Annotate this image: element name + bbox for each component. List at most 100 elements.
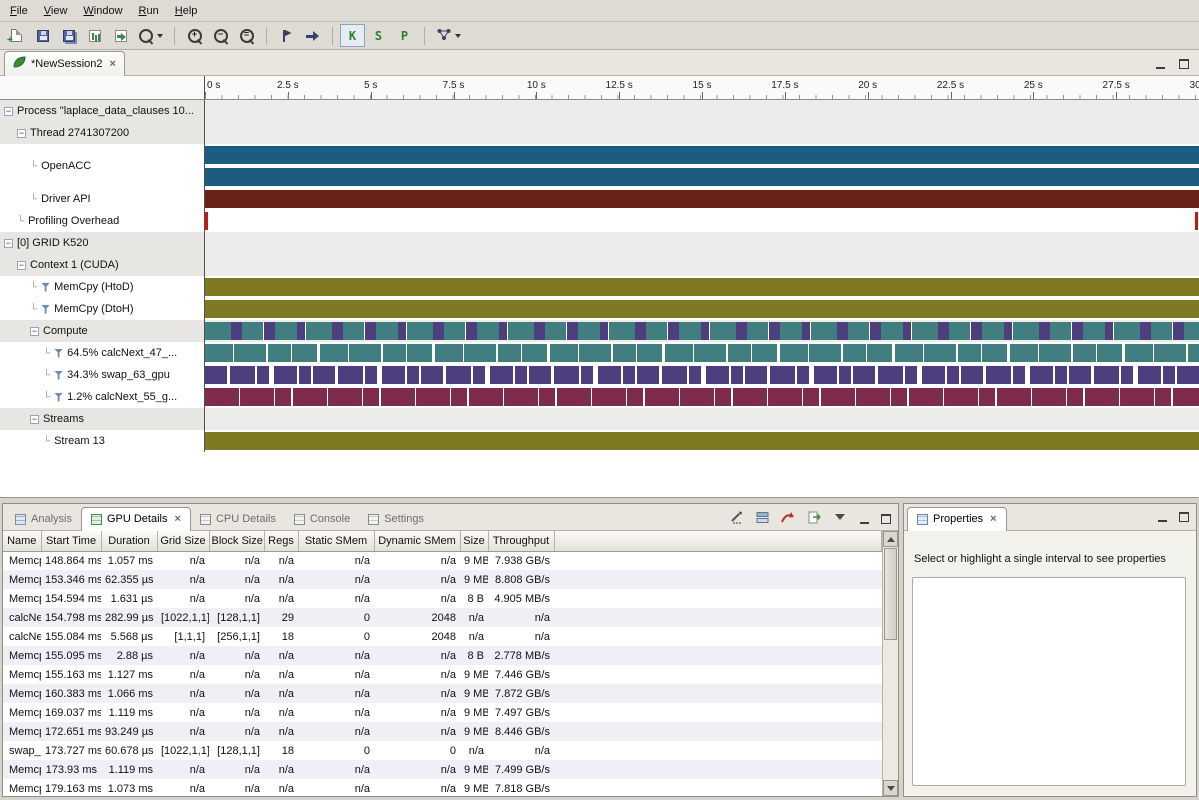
timeline-row-header[interactable]: −[0] GRID K520 xyxy=(0,232,205,254)
timeline-track[interactable] xyxy=(205,254,1199,276)
table-row[interactable]: Memcpy173.93 ms1.119 msn/an/an/an/an/a9 … xyxy=(3,760,882,779)
timeline-track[interactable] xyxy=(205,232,1199,254)
columns-button[interactable] xyxy=(753,509,771,525)
timeline-bar[interactable] xyxy=(205,344,1199,362)
table-row[interactable]: calcNext155.084 ms5.568 µs[1,1,1][256,1,… xyxy=(3,627,882,646)
timeline-row-header[interactable]: └Profiling Overhead xyxy=(0,210,205,232)
column-header-duration[interactable]: Duration xyxy=(101,531,157,551)
table-row[interactable]: swap_63173.727 ms60.678 µs[1022,1,1][128… xyxy=(3,741,882,760)
timeline-row-header[interactable]: −Context 1 (CUDA) xyxy=(0,254,205,276)
zoom-out-button[interactable] xyxy=(208,24,233,47)
timeline-row-header[interactable]: −Compute xyxy=(0,320,205,342)
timeline-row-header[interactable]: └MemCpy (DtoH) xyxy=(0,298,205,320)
timeline-row-header[interactable]: └34.3% swap_63_gpu xyxy=(0,364,205,386)
timeline-row-header[interactable]: └1.2% calcNext_55_g... xyxy=(0,386,205,408)
minimize-properties-button[interactable] xyxy=(1155,509,1169,522)
timeline-track[interactable] xyxy=(205,364,1199,386)
timeline-bar[interactable] xyxy=(205,146,1199,164)
collapse-toggle-icon[interactable]: − xyxy=(17,129,26,138)
table-row[interactable]: Memcpy179.163 ms1.073 msn/an/an/an/an/a9… xyxy=(3,779,882,796)
collapse-toggle-icon[interactable]: − xyxy=(4,107,13,116)
timeline-track[interactable] xyxy=(205,100,1199,122)
timeline-track[interactable] xyxy=(205,320,1199,342)
report-button[interactable] xyxy=(82,24,107,47)
save-all-button[interactable] xyxy=(56,24,81,47)
timeline-row-header[interactable]: └MemCpy (HtoD) xyxy=(0,276,205,298)
timeline-row-header[interactable]: −Streams xyxy=(0,408,205,430)
menu-file[interactable]: File xyxy=(2,2,36,20)
table-row[interactable]: Memcpy155.095 ms2.88 µsn/an/an/an/an/a8 … xyxy=(3,646,882,665)
table-row[interactable]: Memcpy172.651 ms93.249 µsn/an/an/an/an/a… xyxy=(3,722,882,741)
timeline-bar[interactable] xyxy=(205,212,208,230)
tab-settings[interactable]: Settings xyxy=(359,508,433,531)
maximize-details-button[interactable] xyxy=(879,511,893,524)
column-header-regs[interactable]: Regs xyxy=(264,531,298,551)
tab-console[interactable]: Console xyxy=(285,508,359,531)
goto-timeline-button[interactable] xyxy=(779,509,797,525)
session-tab[interactable]: *NewSession2 × xyxy=(4,51,125,76)
timeline-track[interactable] xyxy=(205,210,1199,232)
pc-mode-button[interactable]: P xyxy=(392,24,417,47)
table-row[interactable]: Memcpy148.864 ms1.057 msn/an/an/an/an/a9… xyxy=(3,551,882,570)
timeline-bar[interactable] xyxy=(205,278,1199,296)
export-csv-button[interactable] xyxy=(805,509,823,525)
view-menu-button[interactable] xyxy=(831,509,849,525)
timeline-track[interactable] xyxy=(205,144,1199,188)
collapse-toggle-icon[interactable]: − xyxy=(4,239,13,248)
timeline-bar[interactable] xyxy=(205,190,1199,208)
column-header-static-smem[interactable]: Static SMem xyxy=(298,531,374,551)
timeline-track[interactable] xyxy=(205,430,1199,452)
save-button[interactable] xyxy=(30,24,55,47)
column-header-dynamic-smem[interactable]: Dynamic SMem xyxy=(374,531,460,551)
close-tab-icon[interactable]: × xyxy=(175,514,181,524)
timeline-track[interactable] xyxy=(205,188,1199,210)
table-row[interactable]: Memcpy160.383 ms1.066 msn/an/an/an/an/a9… xyxy=(3,684,882,703)
new-session-button[interactable] xyxy=(4,24,29,47)
tab-analysis[interactable]: Analysis xyxy=(6,508,81,531)
timeline-bar[interactable] xyxy=(205,388,1199,406)
scroll-up-button[interactable] xyxy=(883,531,898,547)
minimize-button[interactable] xyxy=(1153,56,1167,69)
export-button[interactable] xyxy=(108,24,133,47)
vertical-scrollbar[interactable] xyxy=(882,531,898,796)
collapse-toggle-icon[interactable]: − xyxy=(30,415,39,424)
table-row[interactable]: Memcpy154.594 ms1.631 µsn/an/an/an/an/a8… xyxy=(3,589,882,608)
column-header-name[interactable]: Name xyxy=(3,531,41,551)
column-header-block-size[interactable]: Block Size xyxy=(209,531,264,551)
table-row[interactable]: Memcpy169.037 ms1.119 msn/an/an/an/an/a9… xyxy=(3,703,882,722)
minimize-details-button[interactable] xyxy=(857,511,871,524)
menu-help[interactable]: Help xyxy=(167,2,206,20)
kernel-mode-button[interactable]: K xyxy=(340,24,365,47)
collapse-toggle-icon[interactable]: − xyxy=(30,327,39,336)
timeline-bar[interactable] xyxy=(205,366,1199,384)
tab-properties[interactable]: Properties × xyxy=(907,507,1007,531)
timeline-track[interactable] xyxy=(205,408,1199,430)
timeline-row-header[interactable]: −Process "laplace_data_clauses 10... xyxy=(0,100,205,122)
marker-flag-button[interactable] xyxy=(274,24,299,47)
timeline-ruler[interactable]: 0 s2.5 s5 s7.5 s10 s12.5 s15 s17.5 s20 s… xyxy=(205,76,1199,99)
table-row[interactable]: Memcpy155.163 ms1.127 msn/an/an/an/an/a9… xyxy=(3,665,882,684)
scrollbar-thumb[interactable] xyxy=(884,548,897,640)
timeline-row-header[interactable]: └Driver API xyxy=(0,188,205,210)
column-header-start-time[interactable]: Start Time xyxy=(41,531,101,551)
zoom-fit-button[interactable] xyxy=(234,24,259,47)
maximize-properties-button[interactable] xyxy=(1177,509,1191,522)
timeline-row-header[interactable]: −Thread 2741307200 xyxy=(0,122,205,144)
scrollbar-track[interactable] xyxy=(883,641,898,780)
timeline-row-header[interactable]: └Stream 13 xyxy=(0,430,205,452)
timeline-track[interactable] xyxy=(205,386,1199,408)
column-header-throughput[interactable]: Throughput xyxy=(488,531,554,551)
marker-arrow-button[interactable] xyxy=(300,24,325,47)
menu-view[interactable]: View xyxy=(36,2,76,20)
close-properties-tab-icon[interactable]: × xyxy=(990,514,996,524)
maximize-button[interactable] xyxy=(1177,56,1191,69)
tab-cpu-details[interactable]: CPU Details xyxy=(191,508,285,531)
timeline-bar[interactable] xyxy=(205,322,1199,340)
column-header-grid-size[interactable]: Grid Size xyxy=(157,531,209,551)
summary-button[interactable] xyxy=(727,509,745,525)
zoom-mode-button[interactable] xyxy=(134,24,167,47)
timeline-track[interactable] xyxy=(205,298,1199,320)
timeline-row-header[interactable]: └64.5% calcNext_47_... xyxy=(0,342,205,364)
timeline-bar[interactable] xyxy=(205,300,1199,318)
timeline-track[interactable] xyxy=(205,276,1199,298)
